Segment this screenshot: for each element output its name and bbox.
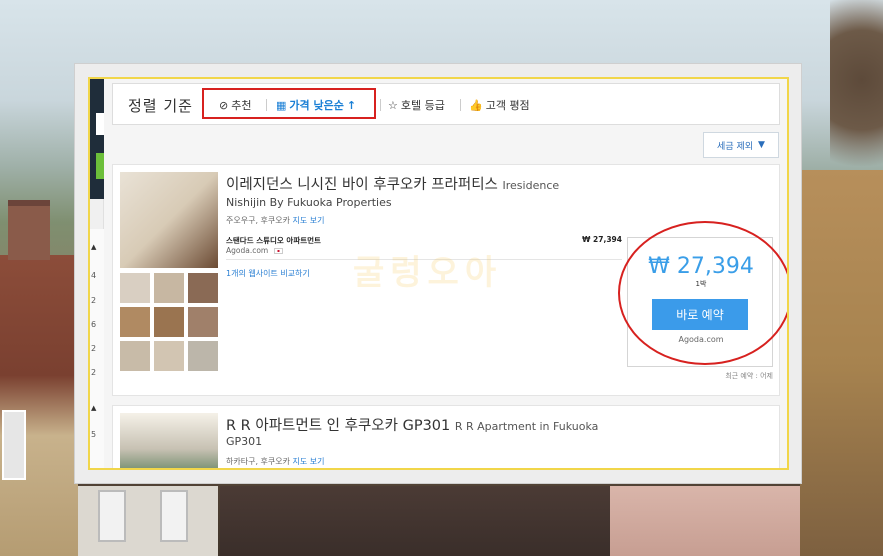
sort-hotel-grade[interactable]: ☆ 호텔 등급 xyxy=(388,97,445,113)
hotel-thumbnail[interactable] xyxy=(120,273,150,303)
hotel-location-text: 하카타구, 후쿠오카 xyxy=(226,457,290,466)
tax-filter-dropdown[interactable]: 세금 제외 ▼ xyxy=(703,132,779,158)
hotel-thumbnail[interactable] xyxy=(188,341,218,371)
sidebar-number: 2 xyxy=(91,344,97,353)
hotel-main-photo[interactable] xyxy=(120,413,218,468)
screenshot-window: ▲ 4 2 6 2 2 ▲ 5 정렬 기준 ⊘ 추천 ▦ 가격 낮은순 ↑ ☆ … xyxy=(74,63,802,484)
hotel-thumbnail[interactable] xyxy=(188,307,218,337)
thumbs-up-icon: 👍 xyxy=(469,98,483,112)
sort-title: 정렬 기준 xyxy=(128,97,193,115)
sidebar-green-tab xyxy=(96,153,104,179)
hotel-name-ko: 이레지던스 니시진 바이 후쿠오카 프라퍼티스 xyxy=(226,177,498,193)
screenshot-frame: ▲ 4 2 6 2 2 ▲ 5 정렬 기준 ⊘ 추천 ▦ 가격 낮은순 ↑ ☆ … xyxy=(88,77,789,470)
background-house-left xyxy=(0,255,78,556)
sort-price-low[interactable]: ▦ 가격 낮은순 ↑ xyxy=(276,97,356,113)
hotel-thumbnail[interactable] xyxy=(154,341,184,371)
sidebar-number: 5 xyxy=(91,430,97,439)
hotel-main-photo[interactable] xyxy=(120,172,218,268)
sort-customer-rating-label: 고객 평점 xyxy=(485,99,530,112)
hotel-name-en-line2: Nishijin By Fukuoka Properties xyxy=(226,196,392,209)
hotel-thumbnail[interactable] xyxy=(120,307,150,337)
sort-recommended-label: 추천 xyxy=(231,99,252,112)
tax-filter-label: 세금 제외 xyxy=(717,141,754,152)
hotel-location: 하카타구, 후쿠오카 지도 보기 xyxy=(226,456,325,467)
divider xyxy=(380,99,381,111)
hotel-location: 주오우구, 후쿠오카 지도 보기 xyxy=(226,215,325,226)
sidebar-white-tab xyxy=(96,113,104,135)
background-roof xyxy=(220,486,620,556)
room-site: Agoda.com xyxy=(226,246,283,255)
korea-flag-icon xyxy=(273,248,283,254)
hotel-thumbnail[interactable] xyxy=(188,273,218,303)
sidebar-dark-panel xyxy=(90,79,104,199)
hotel-location-text: 주오우구, 후쿠오카 xyxy=(226,216,290,225)
sidebar-number: 6 xyxy=(91,320,97,329)
background-window xyxy=(2,410,26,480)
map-link[interactable]: 지도 보기 xyxy=(293,457,325,466)
compare-link[interactable]: 1개의 웹사이트 비교하기 xyxy=(226,268,310,279)
room-type: 스탠다드 스튜디오 아파트먼트 xyxy=(226,236,321,245)
left-sidebar-strip: ▲ 4 2 6 2 2 ▲ 5 xyxy=(90,79,104,468)
sidebar-number: 4 xyxy=(91,271,97,280)
annotation-ellipse xyxy=(618,221,787,365)
background-house-right xyxy=(800,170,883,556)
hotel-thumbnail[interactable] xyxy=(120,341,150,371)
room-site-label: Agoda.com xyxy=(226,246,269,255)
caret-up-icon[interactable]: ▲ xyxy=(91,243,96,251)
building-icon: ▦ xyxy=(276,98,287,112)
hotel-name-sub: GP301 xyxy=(226,435,263,448)
divider xyxy=(460,99,461,111)
background-house-pink xyxy=(610,486,800,556)
hotel-thumbnail[interactable] xyxy=(154,307,184,337)
check-circle-icon: ⊘ xyxy=(219,98,229,112)
sidebar-number: 2 xyxy=(91,296,97,305)
sort-recommended[interactable]: ⊘ 추천 xyxy=(219,97,251,113)
recent-booking: 최근 예약 : 어제 xyxy=(725,372,773,380)
divider xyxy=(266,99,267,111)
caret-up-icon[interactable]: ▲ xyxy=(91,404,96,412)
background-window xyxy=(98,490,126,542)
arrow-up-icon: ↑ xyxy=(346,98,357,112)
sort-customer-rating[interactable]: 👍 고객 평점 xyxy=(469,97,530,113)
watermark: 굴렁오아 xyxy=(353,253,503,293)
map-link[interactable]: 지도 보기 xyxy=(293,216,325,225)
hotel-card[interactable]: R R 아파트먼트 인 후쿠오카 GP301 R R Apartment in … xyxy=(112,405,780,468)
hotel-thumbnails xyxy=(120,273,218,371)
sidebar-number: 2 xyxy=(91,368,97,377)
background-window xyxy=(160,490,188,542)
hotel-thumbnail[interactable] xyxy=(154,273,184,303)
room-price: ₩ 27,394 xyxy=(582,235,622,244)
hotel-name-en: Iresidence xyxy=(502,179,560,192)
sort-price-low-label: 가격 낮은순 xyxy=(289,99,344,112)
background-chimney xyxy=(8,200,50,260)
star-icon: ☆ xyxy=(388,98,398,112)
hotel-card[interactable]: 이레지던스 니시진 바이 후쿠오카 프라퍼티스 Iresidence Nishi… xyxy=(112,164,787,396)
sort-bar: 정렬 기준 ⊘ 추천 ▦ 가격 낮은순 ↑ ☆ 호텔 등급 👍 고객 평점 xyxy=(112,83,780,125)
chevron-down-icon: ▼ xyxy=(758,140,765,150)
hotel-name-en: R R Apartment in Fukuoka xyxy=(454,420,599,433)
hotel-name-ko: R R 아파트먼트 인 후쿠오카 GP301 xyxy=(226,418,451,434)
sort-hotel-grade-label: 호텔 등급 xyxy=(400,99,445,112)
hotel-name[interactable]: 이레지던스 니시진 바이 후쿠오카 프라퍼티스 Iresidence xyxy=(226,173,559,194)
hotel-name[interactable]: R R 아파트먼트 인 후쿠오카 GP301 R R Apartment in … xyxy=(226,414,598,435)
